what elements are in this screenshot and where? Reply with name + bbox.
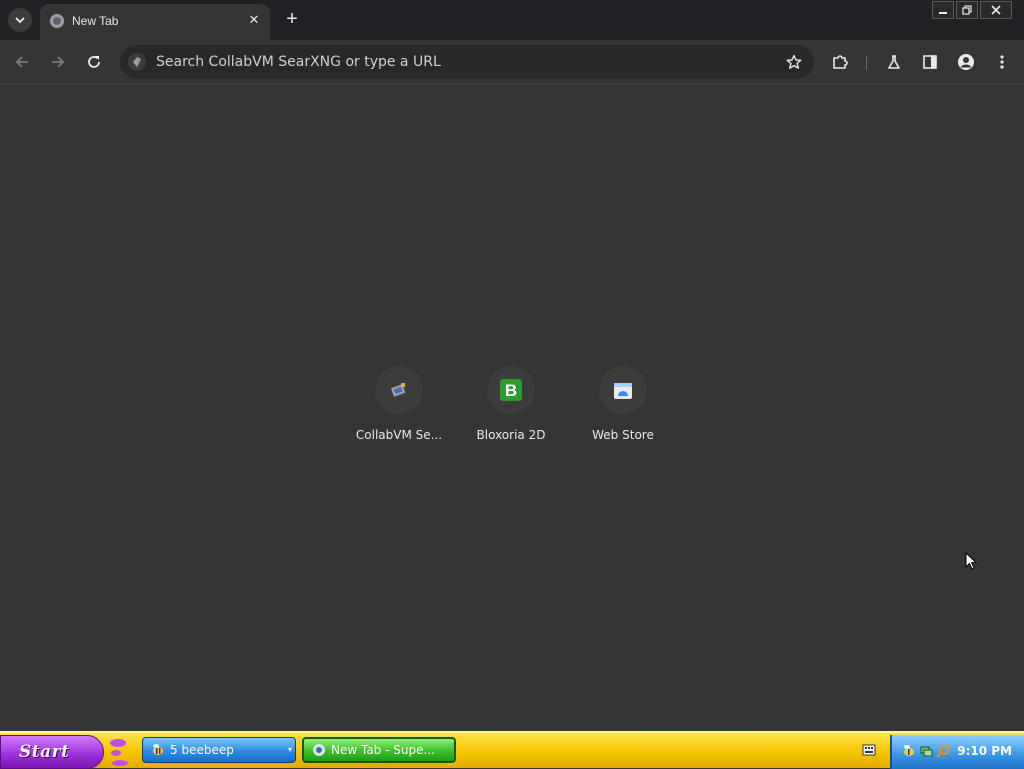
- bookmark-star-icon[interactable]: [784, 52, 804, 72]
- start-button[interactable]: Start: [0, 735, 104, 769]
- restore-icon: [962, 5, 972, 15]
- bee-icon: [153, 744, 163, 755]
- mouse-cursor-icon: [965, 552, 977, 570]
- close-icon: [991, 5, 1001, 15]
- start-label: Start: [19, 742, 70, 762]
- flask-icon: [888, 55, 900, 69]
- keyboard-layout-icon[interactable]: [862, 741, 876, 757]
- back-button[interactable]: [10, 50, 34, 74]
- kebab-menu-icon: [1000, 55, 1004, 69]
- task-group-arrow-icon: ▾: [287, 745, 292, 754]
- task-label: 5 beebeep: [170, 743, 234, 757]
- minimize-icon: [939, 12, 947, 14]
- minimize-button[interactable]: [932, 1, 954, 19]
- shortcut-grid: CollabVM Se... B Bloxoria 2D Web Store: [343, 366, 679, 456]
- side-panel-button[interactable]: [918, 50, 942, 74]
- globe-icon: [50, 14, 64, 28]
- new-tab-page: CollabVM Se... B Bloxoria 2D Web Store: [0, 84, 1024, 731]
- profile-button[interactable]: [954, 50, 978, 74]
- omnibox-input[interactable]: [156, 51, 756, 73]
- labs-button[interactable]: [882, 50, 906, 74]
- shortcut-label: Bloxoria 2D: [476, 428, 546, 442]
- bloxoria-icon: B: [487, 366, 535, 414]
- arrow-right-icon: [52, 56, 65, 68]
- close-window-button[interactable]: [980, 1, 1012, 19]
- shortcut-label: Web Store: [592, 428, 654, 442]
- shortcut-bloxoria[interactable]: B Bloxoria 2D: [455, 366, 567, 456]
- chevron-down-icon: [15, 17, 25, 24]
- tray-bee-icon[interactable]: [902, 744, 916, 758]
- menu-button[interactable]: [990, 50, 1014, 74]
- tray-search-icon[interactable]: [936, 744, 950, 758]
- svg-text:B: B: [505, 381, 517, 400]
- web-store-icon: [599, 366, 647, 414]
- omnibox[interactable]: [120, 45, 814, 79]
- side-panel-icon: [923, 55, 937, 69]
- system-tray: 9:10 PM: [890, 735, 1024, 769]
- start-decoration-icon: [110, 739, 128, 766]
- shortcut-collabvm[interactable]: CollabVM Se...: [343, 366, 455, 456]
- taskbar-item-browser[interactable]: New Tab - Supe...: [302, 737, 456, 763]
- shortcut-label: CollabVM Se...: [355, 428, 443, 442]
- new-tab-button[interactable]: +: [280, 8, 304, 32]
- task-label: New Tab - Supe...: [331, 743, 435, 757]
- arrow-left-icon: [15, 56, 28, 68]
- toolbar-divider: [866, 56, 867, 70]
- browser-icon: [313, 744, 325, 756]
- taskbar: Start 5 beebeep ▾ New Tab - Supe... 9:10…: [0, 731, 1024, 769]
- browser-toolbar: [0, 40, 1024, 84]
- tab-title: New Tab: [72, 14, 119, 28]
- tab-new-tab[interactable]: New Tab ✕: [40, 4, 270, 40]
- forward-button[interactable]: [46, 50, 70, 74]
- tab-close-icon[interactable]: ✕: [246, 12, 262, 28]
- taskbar-item-beebeep[interactable]: 5 beebeep ▾: [142, 737, 296, 763]
- extensions-button[interactable]: [828, 50, 852, 74]
- tray-network-icon[interactable]: [919, 744, 933, 758]
- puzzle-icon: [833, 55, 848, 69]
- clock: 9:10 PM: [957, 744, 1012, 758]
- tab-strip: New Tab ✕ +: [0, 0, 1024, 40]
- profile-icon: [958, 54, 974, 70]
- shortcut-web-store[interactable]: Web Store: [567, 366, 679, 456]
- search-engine-icon: [128, 53, 146, 71]
- collabvm-icon: [375, 366, 423, 414]
- reload-icon: [88, 56, 100, 68]
- window-controls: [932, 1, 1012, 19]
- restore-button[interactable]: [956, 1, 978, 19]
- tab-search-button[interactable]: [8, 8, 32, 32]
- reload-button[interactable]: [82, 50, 106, 74]
